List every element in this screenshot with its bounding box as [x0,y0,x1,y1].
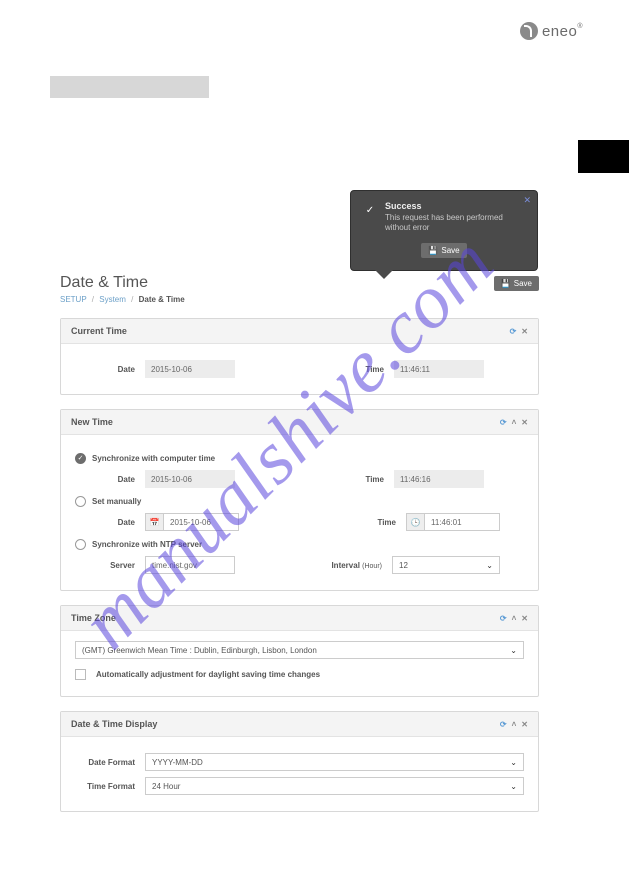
breadcrumb: SETUP / System / Date & Time [60,295,539,304]
settings-screenshot: Date & Time 💾 Save SETUP / System / Date… [60,198,539,822]
ntp-interval-select[interactable]: 12 ⌄ [392,556,500,574]
panel-title: New Time [71,417,113,427]
panel-timezone: Time Zone ⟳ ˄ ✕ (GMT) Greenwich Mean Tim… [60,605,539,697]
close-icon[interactable]: ✕ [521,418,528,427]
radio-sync-ntp-label: Synchronize with NTP server [92,540,202,549]
brand-logo-icon [520,22,538,40]
close-icon[interactable]: ✕ [521,327,528,336]
current-time-label: Time [332,365,384,374]
ntp-interval-label: Interval (Hour) [331,561,382,570]
refresh-icon[interactable]: ⟳ [510,327,517,336]
time-format-select[interactable]: 24 Hour ⌄ [145,777,524,795]
radio-sync-computer[interactable] [75,453,86,464]
breadcrumb-current: Date & Time [139,295,185,304]
save-button-label: Save [514,279,532,288]
check-icon: ✓ [363,203,377,217]
new-date-value: 2015-10-06 [145,470,235,488]
dst-checkbox[interactable] [75,669,86,680]
date-format-label: Date Format [75,758,135,767]
timezone-select[interactable]: (GMT) Greenwich Mean Time : Dublin, Edin… [75,641,524,659]
manual-time-input[interactable]: 🕒 11:46:01 [406,513,500,531]
chevron-down-icon: ⌄ [510,782,517,791]
panel-new-time: New Time ⟳ ˄ ✕ Synchronize with computer… [60,409,539,591]
save-button[interactable]: 💾 Save [494,276,539,291]
current-time-value: 11:46:11 [394,360,484,378]
calendar-icon: 📅 [145,513,163,531]
refresh-icon[interactable]: ⟳ [500,614,507,623]
success-toast: ✕ ✓ Success This request has been perfor… [350,190,538,271]
new-date-label: Date [89,475,135,484]
floppy-icon: 💾 [501,279,511,288]
toast-message: This request has been performed without … [385,213,525,234]
radio-set-manually-label: Set manually [92,497,141,506]
close-icon[interactable]: ✕ [521,720,528,729]
page-title: Date & Time [60,274,148,292]
radio-set-manually[interactable] [75,496,86,507]
refresh-icon[interactable]: ⟳ [500,720,507,729]
toast-save-label: Save [441,246,459,255]
ntp-server-label: Server [89,561,135,570]
collapse-icon[interactable]: ˄ [512,720,517,729]
manual-time-label: Time [344,518,396,527]
side-black-tab [578,140,629,173]
radio-sync-ntp[interactable] [75,539,86,550]
floppy-icon: 💾 [428,246,438,255]
date-format-select[interactable]: YYYY-MM-DD ⌄ [145,753,524,771]
chevron-down-icon: ⌄ [486,561,493,570]
brand-logo: eneo® [520,22,583,40]
breadcrumb-setup[interactable]: SETUP [60,295,87,304]
clock-icon: 🕒 [406,513,424,531]
panel-title: Current Time [71,326,127,336]
close-icon[interactable]: ✕ [523,195,531,206]
collapse-icon[interactable]: ˄ [512,418,517,427]
brand-logo-text: eneo® [542,23,583,40]
chevron-down-icon: ⌄ [510,646,517,655]
header-grey-bar [50,76,209,98]
time-format-label: Time Format [75,782,135,791]
manual-date-input[interactable]: 📅 2015-10-06 [145,513,239,531]
panel-title: Time Zone [71,613,116,623]
current-date-label: Date [75,365,135,374]
toast-title: Success [385,201,525,211]
new-time-label: Time [332,475,384,484]
chevron-down-icon: ⌄ [510,758,517,767]
close-icon[interactable]: ✕ [521,614,528,623]
manual-date-label: Date [89,518,135,527]
ntp-server-input[interactable]: time.nist.gov [145,556,235,574]
new-time-value: 11:46:16 [394,470,484,488]
panel-title: Date & Time Display [71,719,157,729]
toast-save-button[interactable]: 💾 Save [421,243,467,258]
current-date-value: 2015-10-06 [145,360,235,378]
collapse-icon[interactable]: ˄ [512,614,517,623]
panel-display: Date & Time Display ⟳ ˄ ✕ Date Format YY… [60,711,539,812]
panel-current-time: Current Time ⟳ ✕ Date 2015-10-06 Time 11… [60,318,539,395]
refresh-icon[interactable]: ⟳ [500,418,507,427]
dst-checkbox-label: Automatically adjustment for daylight sa… [96,670,320,679]
radio-sync-computer-label: Synchronize with computer time [92,454,215,463]
breadcrumb-system[interactable]: System [99,295,126,304]
